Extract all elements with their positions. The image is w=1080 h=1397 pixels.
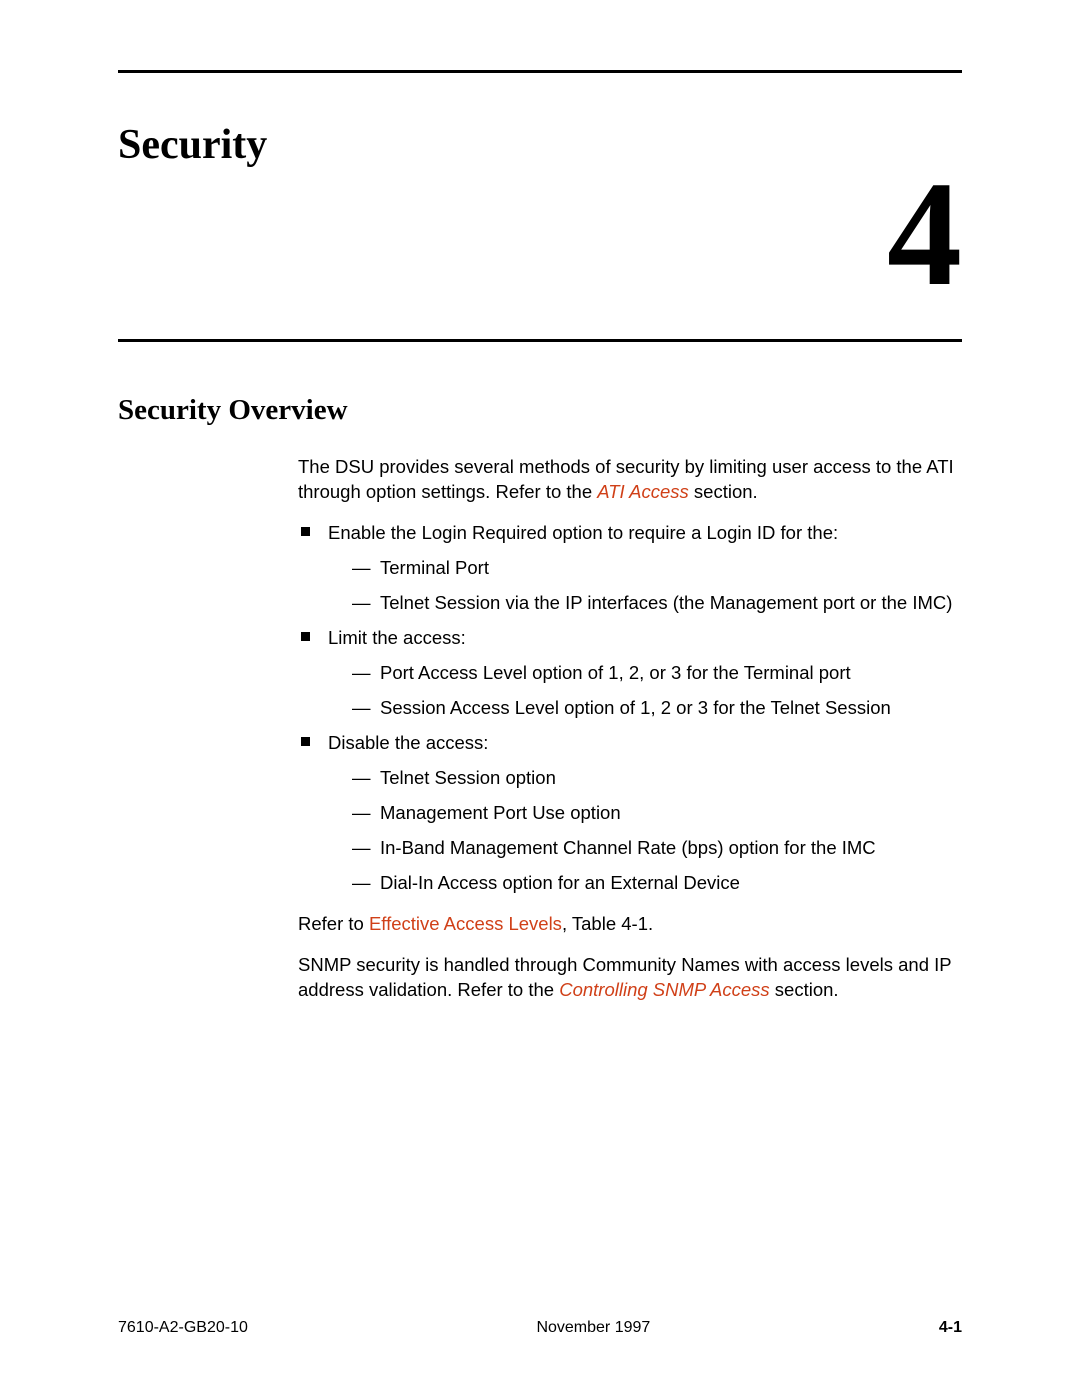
bullet-list: Enable the Login Required option to requ…: [298, 521, 962, 896]
bullet-lead: Enable the Login Required option to requ…: [328, 522, 838, 543]
effective-access-levels-link[interactable]: Effective Access Levels: [369, 913, 562, 934]
bullet-lead: Disable the access:: [328, 732, 488, 753]
top-rule: [118, 70, 962, 73]
dash-item: Session Access Level option of 1, 2 or 3…: [328, 696, 962, 721]
dash-list: Telnet Session option Management Port Us…: [328, 766, 962, 896]
mid-rule: [118, 339, 962, 342]
dash-item: Telnet Session option: [328, 766, 962, 791]
footer-docid: 7610-A2-GB20-10: [118, 1319, 248, 1337]
dash-item: Management Port Use option: [328, 801, 962, 826]
snmp-after: section.: [770, 979, 839, 1000]
refer-before: Refer to: [298, 913, 369, 934]
dash-item: Dial-In Access option for an External De…: [328, 871, 962, 896]
dash-list: Terminal Port Telnet Session via the IP …: [328, 556, 962, 616]
snmp-paragraph: SNMP security is handled through Communi…: [298, 953, 962, 1003]
body-text: The DSU provides several methods of secu…: [298, 455, 962, 1003]
intro-paragraph: The DSU provides several methods of secu…: [298, 455, 962, 505]
list-item: Limit the access: Port Access Level opti…: [298, 626, 962, 721]
list-item: Enable the Login Required option to requ…: [298, 521, 962, 616]
refer-after: , Table 4-1.: [562, 913, 653, 934]
section-title: Security Overview: [118, 394, 962, 427]
page-content: Security 4 Security Overview The DSU pro…: [0, 0, 1080, 1079]
dash-item: Telnet Session via the IP interfaces (th…: [328, 591, 962, 616]
footer-page-number: 4-1: [939, 1319, 962, 1337]
bullet-lead: Limit the access:: [328, 627, 466, 648]
dash-item: Port Access Level option of 1, 2, or 3 f…: [328, 661, 962, 686]
dash-list: Port Access Level option of 1, 2, or 3 f…: [328, 661, 962, 721]
chapter-number: 4: [118, 159, 962, 309]
controlling-snmp-access-link[interactable]: Controlling SNMP Access: [559, 979, 769, 1000]
dash-item: Terminal Port: [328, 556, 962, 581]
list-item: Disable the access: Telnet Session optio…: [298, 731, 962, 896]
refer-paragraph: Refer to Effective Access Levels, Table …: [298, 912, 962, 937]
footer-date: November 1997: [536, 1319, 650, 1337]
dash-item: In-Band Management Channel Rate (bps) op…: [328, 836, 962, 861]
ati-access-link[interactable]: ATI Access: [597, 481, 689, 502]
intro-text-after: section.: [689, 481, 758, 502]
page-footer: 7610-A2-GB20-10 November 1997 4-1: [118, 1319, 962, 1337]
